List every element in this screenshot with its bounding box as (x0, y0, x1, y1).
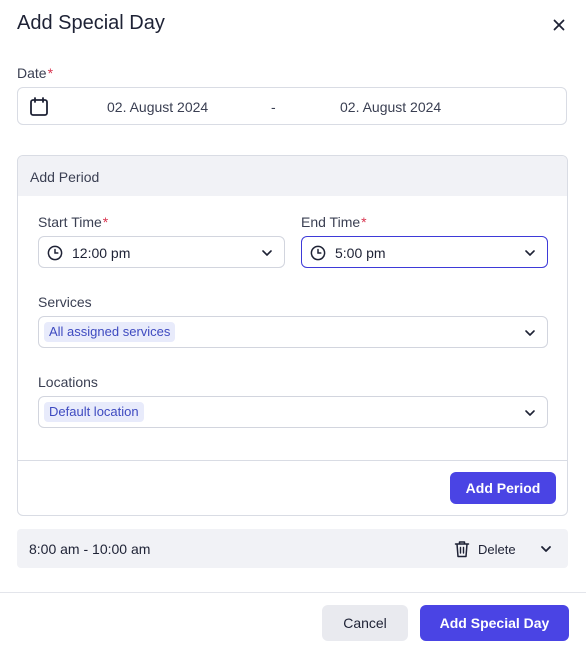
close-icon (553, 19, 565, 31)
end-time-value: 5:00 pm (335, 245, 386, 261)
services-tag: All assigned services (44, 322, 176, 342)
required-mark: * (361, 214, 367, 230)
chevron-down-icon (525, 410, 535, 416)
end-time-label: End Time* (301, 214, 367, 230)
calendar-icon (30, 97, 48, 116)
end-time-select[interactable]: 5:00 pm (301, 236, 548, 268)
add-period-card: Add Period Start Time* 12:00 pm End Time… (17, 155, 568, 516)
start-time-value: 12:00 pm (72, 245, 131, 261)
footer-divider (0, 592, 586, 593)
cancel-button[interactable]: Cancel (322, 605, 408, 641)
date-separator: - (271, 99, 276, 115)
required-mark: * (47, 65, 54, 81)
period-range: 8:00 am - 10:00 am (29, 541, 151, 557)
chevron-down-icon (525, 330, 535, 336)
date-label: Date* (17, 65, 54, 81)
chevron-down-icon (525, 250, 535, 256)
locations-tag: Default location (44, 402, 144, 422)
clock-icon (310, 245, 326, 261)
close-button[interactable] (548, 14, 570, 36)
chevron-down-icon (541, 546, 551, 552)
add-period-title: Add Period (30, 169, 100, 185)
delete-button[interactable]: Delete (454, 539, 516, 559)
chevron-down-icon (262, 250, 272, 256)
date-end[interactable]: 02. August 2024 (340, 99, 441, 115)
add-special-day-button[interactable]: Add Special Day (420, 605, 569, 641)
services-label: Services (38, 294, 92, 310)
services-select[interactable]: All assigned services (38, 316, 548, 348)
card-divider (18, 460, 567, 461)
period-row[interactable]: 8:00 am - 10:00 am Delete (17, 529, 568, 568)
trash-icon (454, 541, 470, 558)
add-period-button[interactable]: Add Period (450, 472, 556, 504)
delete-label: Delete (478, 541, 516, 557)
date-start[interactable]: 02. August 2024 (107, 99, 208, 115)
locations-select[interactable]: Default location (38, 396, 548, 428)
locations-label: Locations (38, 374, 98, 390)
clock-icon (47, 245, 63, 261)
date-range-picker[interactable]: 02. August 2024 - 02. August 2024 (17, 87, 567, 125)
add-period-header: Add Period (18, 156, 567, 196)
expand-period-button[interactable] (538, 541, 554, 557)
start-time-select[interactable]: 12:00 pm (38, 236, 285, 268)
required-mark: * (102, 214, 109, 230)
dialog-title: Add Special Day (17, 12, 165, 34)
start-time-label: Start Time* (38, 214, 109, 230)
